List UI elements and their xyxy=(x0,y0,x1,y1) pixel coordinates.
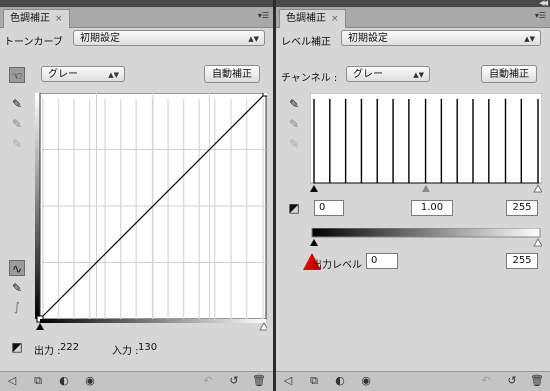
output-levels-label: 出力レベル : xyxy=(312,260,369,271)
back-arrow-icon[interactable]: ◁ xyxy=(280,374,296,388)
tab-adjustments[interactable]: 色調補正 × xyxy=(3,9,70,28)
panel-top-strip: ◀◀ xyxy=(276,0,550,7)
input-shadow-slider[interactable] xyxy=(310,185,318,192)
white-point-eyedropper-icon[interactable]: ✎ xyxy=(9,136,25,152)
output-value: 222 xyxy=(60,342,80,353)
preset-value: 初期設定 xyxy=(80,33,120,44)
auto-button[interactable]: 自動補正 xyxy=(204,65,260,83)
curve-point-tool-icon[interactable]: ∿ xyxy=(9,260,25,276)
calculate-histogram-icon[interactable]: ◩ xyxy=(9,339,25,355)
curves-panel: 色調補正 × ▾☰ トーンカーブ 初期設定 ▲▼ ☜ グレー ▲▼ 自動補正 ✎ ✎ … xyxy=(0,0,273,391)
input-gamma-slider[interactable] xyxy=(422,185,430,192)
levels-histogram xyxy=(310,93,542,193)
input-highlight-field[interactable]: 255 xyxy=(506,200,538,216)
gray-point-eyedropper-icon[interactable]: ✎ xyxy=(286,116,302,132)
channel-value: グレー xyxy=(48,69,78,80)
eye-icon[interactable]: ◉ xyxy=(82,374,98,388)
back-arrow-icon[interactable]: ◁ xyxy=(4,374,20,388)
collapse-icon[interactable]: ◀◀ xyxy=(539,0,548,7)
dropdown-arrow-icon: ▲▼ xyxy=(248,35,259,43)
input-gamma-field[interactable]: 1.00 xyxy=(411,200,453,216)
clip-to-layer-icon[interactable]: ⧉ xyxy=(30,374,46,388)
input-highlight-slider[interactable] xyxy=(533,183,542,193)
channel-dropdown[interactable]: グレー ▲▼ xyxy=(41,66,125,82)
trash-icon[interactable]: 🗑 xyxy=(251,374,267,388)
panel-menu-icon[interactable]: ▾☰ xyxy=(535,11,546,20)
auto-button[interactable]: 自動補正 xyxy=(481,65,537,83)
on-image-adjust-icon[interactable]: ☜ xyxy=(9,67,25,83)
dropdown-arrow-icon: ▲▼ xyxy=(524,35,535,43)
smooth-curve-icon[interactable]: ∫ xyxy=(9,299,25,315)
output-shadow-slider[interactable] xyxy=(310,239,318,246)
output-gradient-bar xyxy=(35,93,40,319)
white-point-eyedropper-icon[interactable]: ✎ xyxy=(286,136,302,152)
black-input-slider[interactable] xyxy=(36,323,44,330)
eye-icon[interactable]: ◉ xyxy=(358,374,374,388)
tab-label: 色調補正 xyxy=(286,13,326,24)
curve-point-white[interactable] xyxy=(262,93,267,97)
output-highlight-field[interactable]: 255 xyxy=(506,253,538,269)
trash-icon[interactable]: 🗑 xyxy=(529,374,545,388)
levels-panel: ◀◀ 色調補正 × ▾☰ レベル補正 初期設定 ▲▼ チャンネル : グレー ▲▼ 自… xyxy=(276,0,550,391)
clip-to-layer-icon[interactable]: ⧉ xyxy=(306,374,322,388)
panel-footer: ◁ ⧉ ◐ ◉ ↶ ↺ 🗑 xyxy=(0,371,273,391)
reset-icon[interactable]: ↺ xyxy=(226,374,242,388)
output-label: 出力 : xyxy=(34,346,61,357)
visibility-toggle-icon[interactable]: ◐ xyxy=(332,374,348,388)
output-levels-gradient[interactable] xyxy=(310,228,542,248)
preset-dropdown[interactable]: 初期設定 ▲▼ xyxy=(73,30,265,46)
levels-title: レベル補正 xyxy=(281,37,331,48)
panel-footer: ◁ ⧉ ◐ ◉ ↶ ↺ 🗑 xyxy=(276,371,550,391)
panel-tab-bar: 色調補正 × ▾☰ xyxy=(0,7,273,28)
white-input-slider[interactable] xyxy=(259,321,267,331)
reset-icon[interactable]: ↺ xyxy=(504,374,520,388)
tab-close-icon[interactable]: × xyxy=(331,14,339,24)
input-shadow-field[interactable]: 0 xyxy=(314,200,344,216)
dropdown-arrow-icon: ▲▼ xyxy=(413,71,424,79)
pencil-tool-icon[interactable]: ✎ xyxy=(9,280,25,296)
output-highlight-slider[interactable] xyxy=(533,237,542,247)
visibility-toggle-icon[interactable]: ◐ xyxy=(56,374,72,388)
preset-value: 初期設定 xyxy=(348,33,388,44)
gray-point-eyedropper-icon[interactable]: ✎ xyxy=(9,116,25,132)
previous-state-icon[interactable]: ↶ xyxy=(478,374,494,388)
dropdown-arrow-icon: ▲▼ xyxy=(108,71,119,79)
tab-adjustments[interactable]: 色調補正 × xyxy=(279,9,346,28)
curves-title: トーンカーブ xyxy=(4,37,63,48)
panel-top-strip xyxy=(0,0,273,7)
calculate-histogram-icon[interactable]: ◩ xyxy=(286,200,302,216)
curves-graph[interactable] xyxy=(35,93,267,333)
input-gradient-bar xyxy=(40,319,266,323)
input-value: 130 xyxy=(138,342,158,353)
output-shadow-field[interactable]: 0 xyxy=(366,253,398,269)
panel-tab-bar: 色調補正 × ▾☰ xyxy=(276,7,550,28)
black-point-eyedropper-icon[interactable]: ✎ xyxy=(286,96,302,112)
black-point-eyedropper-icon[interactable]: ✎ xyxy=(9,96,25,112)
tab-label: 色調補正 xyxy=(10,13,50,24)
channel-dropdown[interactable]: グレー ▲▼ xyxy=(346,66,430,82)
output-gradient-bar xyxy=(311,228,541,238)
tab-close-icon[interactable]: × xyxy=(55,14,63,24)
channel-label: チャンネル : xyxy=(281,73,338,84)
input-label: 入力 : xyxy=(112,346,139,357)
preset-dropdown[interactable]: 初期設定 ▲▼ xyxy=(341,30,541,46)
panel-menu-icon[interactable]: ▾☰ xyxy=(258,11,269,20)
channel-value: グレー xyxy=(353,69,383,80)
previous-state-icon[interactable]: ↶ xyxy=(200,374,216,388)
